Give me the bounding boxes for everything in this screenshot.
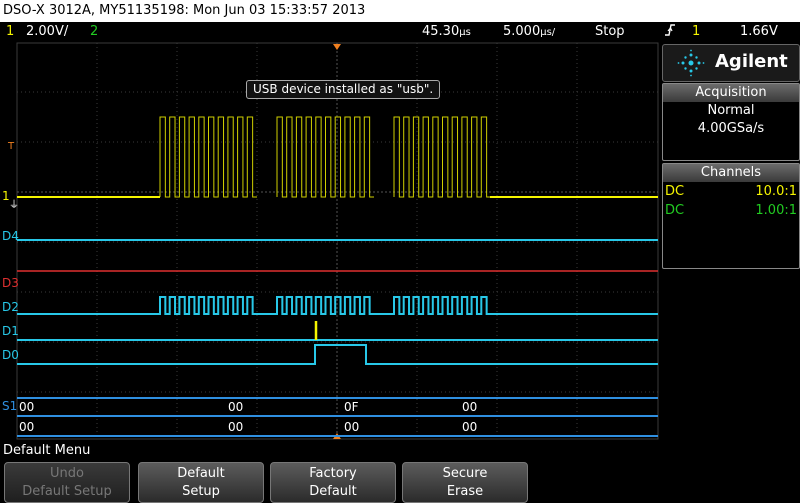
acquisition-mode: Normal <box>707 103 755 118</box>
softkey-line1: Secure <box>442 466 488 481</box>
agilent-spark-icon <box>677 49 705 77</box>
trigger-source[interactable]: 1 <box>692 22 700 42</box>
bus-row1-value: 0F <box>344 400 359 414</box>
bus-row2-value: 00 <box>228 420 244 434</box>
time-delay-unit: µs <box>459 27 471 38</box>
softkey-line2: Default Setup <box>22 484 112 499</box>
bus-row2-value: 00 <box>462 420 478 434</box>
label-d2: D2 <box>2 300 19 314</box>
brand-name: Agilent <box>715 51 788 72</box>
label-d1: D1 <box>2 324 19 338</box>
time-delay[interactable]: 45.30µs <box>422 22 471 43</box>
factory-default-button[interactable]: Factory Default <box>270 462 396 503</box>
channel-2-row[interactable]: DC 1.00:1 <box>663 201 799 220</box>
ch1-probe: 10.0:1 <box>755 184 797 199</box>
ground-icon: ⏚ <box>9 200 19 211</box>
ch2-number[interactable]: 2 <box>90 22 98 42</box>
bus-row1-value: 00 <box>19 400 35 414</box>
channels-header: Channels <box>663 164 799 182</box>
softkey-line1: Default <box>177 466 225 481</box>
bus-row2-value: 00 <box>19 420 35 434</box>
softkey-line1: Undo <box>50 466 84 481</box>
ch1-coupling: DC <box>665 184 685 199</box>
acquisition-box[interactable]: Acquisition Normal 4.00GSa/s <box>662 83 800 161</box>
run-state[interactable]: Stop <box>595 22 625 42</box>
softkey-line2: Setup <box>182 484 220 499</box>
channels-box[interactable]: Channels DC 10.0:1 DC 1.00:1 <box>662 163 800 269</box>
default-setup-button[interactable]: Default Setup <box>138 462 264 503</box>
undo-default-setup-button[interactable]: Undo Default Setup <box>4 462 130 503</box>
ch1-scale[interactable]: 2.00V/ <box>26 22 68 42</box>
label-d0: D0 <box>2 348 19 362</box>
ch1-pulse-burst <box>159 116 257 198</box>
ch1-number[interactable]: 1 <box>6 22 14 42</box>
title-bar: DSO-X 3012A, MY51135198: Mon Jun 03 15:3… <box>0 0 800 22</box>
ch2-coupling: DC <box>665 203 685 218</box>
ch1-pulse-burst <box>276 116 374 198</box>
usb-message: USB device installed as "usb". <box>246 80 441 99</box>
bus-row2-value: 00 <box>344 420 360 434</box>
label-d4: D4 <box>2 229 19 243</box>
trigger-level-marker[interactable]: T <box>8 141 14 152</box>
time-scale-unit: µs/ <box>540 27 556 38</box>
time-scale[interactable]: 5.000µs/ <box>503 22 555 43</box>
secure-erase-button[interactable]: Secure Erase <box>402 462 528 503</box>
ch1-pulse-burst <box>393 116 491 198</box>
time-delay-value: 45.30 <box>422 24 460 39</box>
menu-title: Default Menu <box>0 442 800 460</box>
channel-1-row[interactable]: DC 10.0:1 <box>663 182 799 201</box>
time-scale-value: 5.000 <box>503 24 541 39</box>
window-title: DSO-X 3012A, MY51135198: Mon Jun 03 15:3… <box>3 3 366 18</box>
waveform-display[interactable] <box>0 42 660 442</box>
softkey-line2: Erase <box>446 484 484 499</box>
sample-rate: 4.00GSa/s <box>697 121 765 136</box>
agilent-logo: Agilent <box>662 44 800 82</box>
label-d3: D3 <box>2 276 19 290</box>
label-s1: S1 <box>2 399 18 413</box>
status-bar: 1 2.00V/ 2 45.30µs 5.000µs/ Stop 1 1.66V <box>0 22 800 42</box>
acquisition-header: Acquisition <box>663 84 799 102</box>
bus-row1-value: 00 <box>462 400 478 414</box>
trigger-level[interactable]: 1.66V <box>740 22 778 42</box>
softkey-bar: Undo Default Setup Default Setup Factory… <box>0 460 800 503</box>
softkey-line2: Default <box>309 484 357 499</box>
ch2-probe: 1.00:1 <box>755 203 797 218</box>
softkey-line1: Factory <box>309 466 357 481</box>
bus-row1-value: 00 <box>228 400 244 414</box>
